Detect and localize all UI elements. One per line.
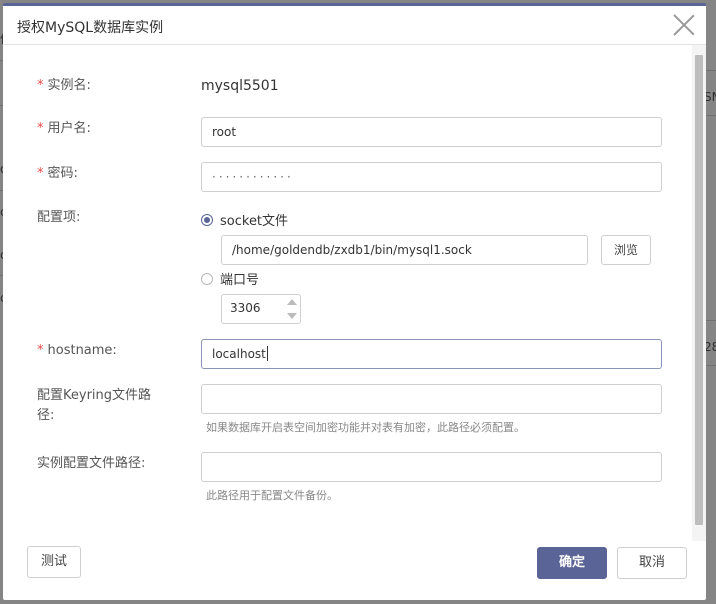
test-button[interactable]: 测试 xyxy=(27,546,81,578)
port-radio-label: 端口号 xyxy=(220,273,260,288)
port-value: 3306 xyxy=(230,301,261,315)
required-marker: * xyxy=(37,166,44,181)
dialog-header: 授权MySQL数据库实例 xyxy=(3,6,706,45)
username-label: * 用户名: xyxy=(37,121,91,136)
password-label: * 密码: xyxy=(37,166,78,181)
instance-config-path-input[interactable] xyxy=(201,452,662,482)
socket-path-input[interactable]: /home/goldendb/zxdb1/bin/mysql1.sock xyxy=(221,235,588,265)
stepper-buttons xyxy=(284,295,300,323)
hostname-label: * hostname: xyxy=(37,343,117,358)
browse-button[interactable]: 浏览 xyxy=(601,235,651,265)
confirm-button[interactable]: 确定 xyxy=(537,547,607,579)
port-radio[interactable] xyxy=(201,272,213,285)
chevron-down-icon[interactable] xyxy=(286,310,298,322)
password-input[interactable]: ············ xyxy=(201,162,662,192)
required-marker: * xyxy=(37,78,44,93)
config-item-label: 配置项: xyxy=(37,210,81,225)
instance-config-path-label: 实例配置文件路径: xyxy=(37,456,146,471)
scrollbar-thumb[interactable] xyxy=(695,55,703,525)
dialog-title: 授权MySQL数据库实例 xyxy=(17,20,164,36)
socket-radio[interactable] xyxy=(201,213,213,226)
username-input[interactable]: root xyxy=(201,117,662,147)
cancel-button[interactable]: 取消 xyxy=(617,547,687,579)
authorize-mysql-dialog: 授权MySQL数据库实例 * 实例名: mysql5501 * 用户名: root … xyxy=(3,3,706,600)
instance-name-value: mysql5501 xyxy=(201,78,279,94)
port-radio-option[interactable]: 端口号 xyxy=(201,269,259,288)
instance-config-path-hint: 此路径用于配置文件备份。 xyxy=(206,489,338,502)
hostname-input[interactable]: localhost xyxy=(201,339,662,369)
required-marker: * xyxy=(37,343,44,358)
instance-name-label: * 实例名: xyxy=(37,78,91,93)
scrollbar[interactable] xyxy=(692,45,706,541)
socket-radio-option[interactable]: socket文件 xyxy=(201,210,288,229)
required-marker: * xyxy=(37,121,44,136)
keyring-path-input[interactable] xyxy=(201,384,662,414)
port-stepper[interactable]: 3306 xyxy=(221,294,301,324)
text-caret xyxy=(266,346,268,361)
keyring-path-label: 配置Keyring文件路 径: xyxy=(37,388,152,423)
socket-radio-label: socket文件 xyxy=(220,214,289,229)
keyring-path-hint: 如果数据库开启表空间加密功能并对表有加密，此路径必须配置。 xyxy=(206,421,525,434)
chevron-up-icon[interactable] xyxy=(286,296,298,308)
close-icon[interactable] xyxy=(672,13,696,37)
